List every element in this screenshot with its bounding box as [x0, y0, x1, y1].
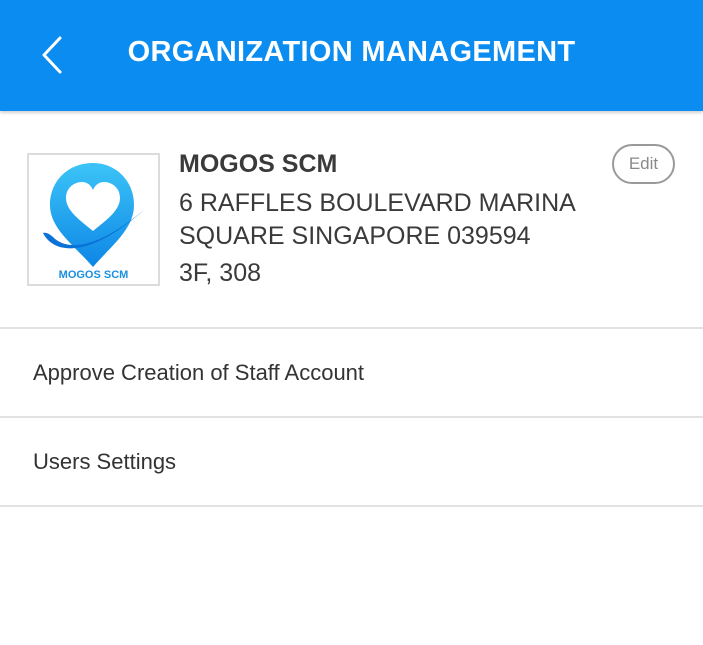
app-header: ORGANIZATION MANAGEMENT [0, 0, 703, 111]
organization-name: MOGOS SCM [179, 150, 338, 178]
organization-address: 6 RAFFLES BOULEVARD MARINA SQUARE SINGAP… [179, 189, 575, 250]
logo-text: MOGOS SCM [58, 269, 129, 281]
menu-item-users-settings[interactable]: Users Settings [0, 418, 703, 506]
organization-card: MOGOS SCM MOGOS SCM 6 RAFFLES BOULEVARD … [0, 111, 703, 327]
page-title: ORGANIZATION MANAGEMENT [127, 36, 576, 68]
menu-item-label: Users Settings [33, 449, 177, 474]
menu-item-approve-staff-account[interactable]: Approve Creation of Staff Account [0, 329, 703, 417]
location-heart-icon [43, 163, 145, 267]
organization-floor: 3F, 308 [179, 259, 262, 287]
divider [0, 505, 703, 507]
organization-logo: MOGOS SCM [27, 153, 160, 286]
edit-button[interactable]: Edit [612, 144, 675, 184]
menu-item-label: Approve Creation of Staff Account [33, 360, 365, 385]
